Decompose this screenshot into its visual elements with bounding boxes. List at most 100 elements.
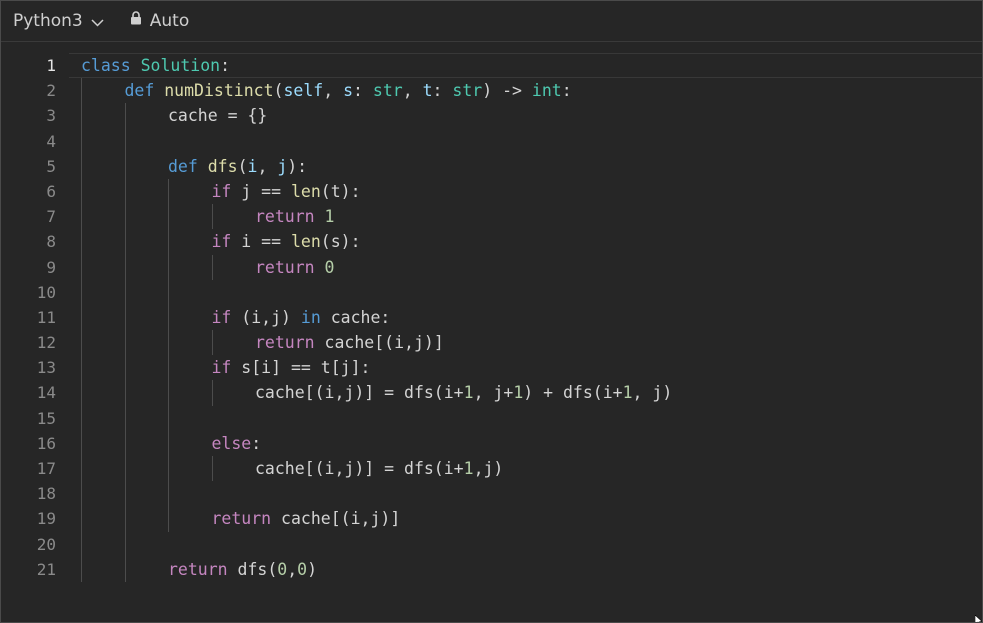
language-selector[interactable]: Python3 [13,11,104,32]
line-number: 9 [46,257,56,277]
indent-guide [168,204,169,230]
line-number: 7 [46,207,56,227]
code-line[interactable]: 21 return dfs(0,0) [1,556,982,582]
code-token: s[i] == t[j]: [231,358,371,378]
code-text: class Solution: [81,53,230,78]
code-text: cache[(i,j)] = dfs(i+1, j+1) + dfs(i+1, … [255,380,672,405]
code-line[interactable]: 20 [1,531,982,557]
code-token: 1 [324,207,335,227]
indent-guide [124,556,126,582]
indent-guide [124,330,126,356]
code-line[interactable]: 3 cache = {} [1,103,982,129]
code-line[interactable]: 7 return 1 [1,204,982,230]
indent-guide [81,355,82,381]
line-number: 1 [46,56,56,75]
code-line[interactable]: 11 if (i,j) in cache: [1,304,982,331]
indent-guide [168,506,169,532]
code-line[interactable]: 6 if j == len(t): [1,178,982,205]
code-line[interactable]: 15 [1,405,982,431]
code-line[interactable]: 19 return cache[(i,j)] [1,506,982,532]
code-token: if [211,358,232,378]
indent-guide [81,456,82,482]
indent-guide [124,304,126,331]
code-token: return [168,559,228,579]
code-token: ( [237,156,248,176]
code-token: , [257,156,278,176]
indent-guide [211,380,213,406]
code-token: str [372,81,403,101]
code-text: def dfs(i, j): [168,154,307,179]
indent-guide [211,330,213,356]
indent-guide [124,128,126,154]
code-token: cache: [320,307,391,327]
indent-guide [168,178,169,205]
code-token: s [343,81,354,101]
code-token: cache[(i,j)] = dfs(i+ [255,459,464,478]
code-token: return [255,333,315,353]
code-text: cache[(i,j)] = dfs(i+1,j) [255,456,503,481]
code-token: (s): [320,232,361,252]
code-token: numDistinct [164,81,274,101]
code-token: if [211,232,232,252]
code-token: : [432,81,453,101]
line-number: 8 [46,232,56,252]
indent-guide [168,279,169,305]
indent-guide [124,456,126,482]
indent-guide [124,405,126,431]
code-token: def [124,81,155,101]
code-line[interactable]: 4 [1,128,982,154]
indent-guide [168,229,169,255]
code-token: t [422,81,433,101]
indent-guide [81,254,82,280]
code-token: , [323,81,344,101]
code-token: j [277,156,288,176]
code-area[interactable]: 1 class Solution: 2 def numDistinct(self, s… [1,53,982,622]
code-token: def [168,156,198,176]
line-number: 21 [36,559,56,579]
indent-guide [124,279,126,305]
code-token: 1 [513,383,524,403]
code-line[interactable]: 12 return cache[(i,j)] [1,330,982,356]
indent-guide [81,178,82,205]
code-line[interactable]: 2 def numDistinct(self, s: str, t: str) -… [1,78,982,104]
code-token: cache[(i,j)] = dfs(i+ [255,383,464,403]
auto-mode-indicator[interactable]: Auto [130,11,189,31]
code-text: if j == len(t): [212,179,361,204]
code-line[interactable]: 13 if s[i] == t[j]: [1,355,982,381]
code-line[interactable]: 5 def dfs(i, j): [1,153,982,179]
code-text: if (i,j) in cache: [212,305,391,330]
code-line[interactable]: 17 cache[(i,j)] = dfs(i+1,j) [1,456,982,482]
indent-guide [81,128,82,154]
code-token: 1 [463,383,474,403]
indent-guide [124,380,126,406]
indent-guide [211,456,213,482]
indent-guide [81,556,82,582]
code-line[interactable]: 9 return 0 [1,254,982,280]
mode-label: Auto [149,11,190,31]
code-token: dfs( [227,559,278,579]
code-line[interactable]: 14 cache[(i,j)] = dfs(i+1, j+1) + dfs(i+1… [1,380,982,406]
line-number: 4 [46,131,56,151]
lock-icon [130,10,142,30]
code-token: i [247,156,258,176]
indent-guide [168,355,169,381]
code-line[interactable]: 1 class Solution: [1,53,982,79]
indent-guide [81,204,82,230]
code-text: if s[i] == t[j]: [212,355,371,380]
line-number: 15 [36,408,56,428]
indent-guide [81,103,82,129]
code-line[interactable]: 18 [1,481,982,507]
code-text: return 1 [255,204,334,229]
line-number: 20 [36,534,56,554]
indent-guide [81,506,82,532]
line-number: 14 [36,383,56,403]
indent-guide [124,229,126,255]
code-line[interactable]: 10 [1,279,982,305]
code-text: else: [212,431,262,456]
code-line[interactable]: 8 if i == len(s): [1,229,982,255]
code-token: 1 [463,459,474,478]
code-line[interactable]: 16 else: [1,430,982,456]
resize-handle-icon[interactable] [974,611,982,622]
indent-guide [168,481,169,507]
